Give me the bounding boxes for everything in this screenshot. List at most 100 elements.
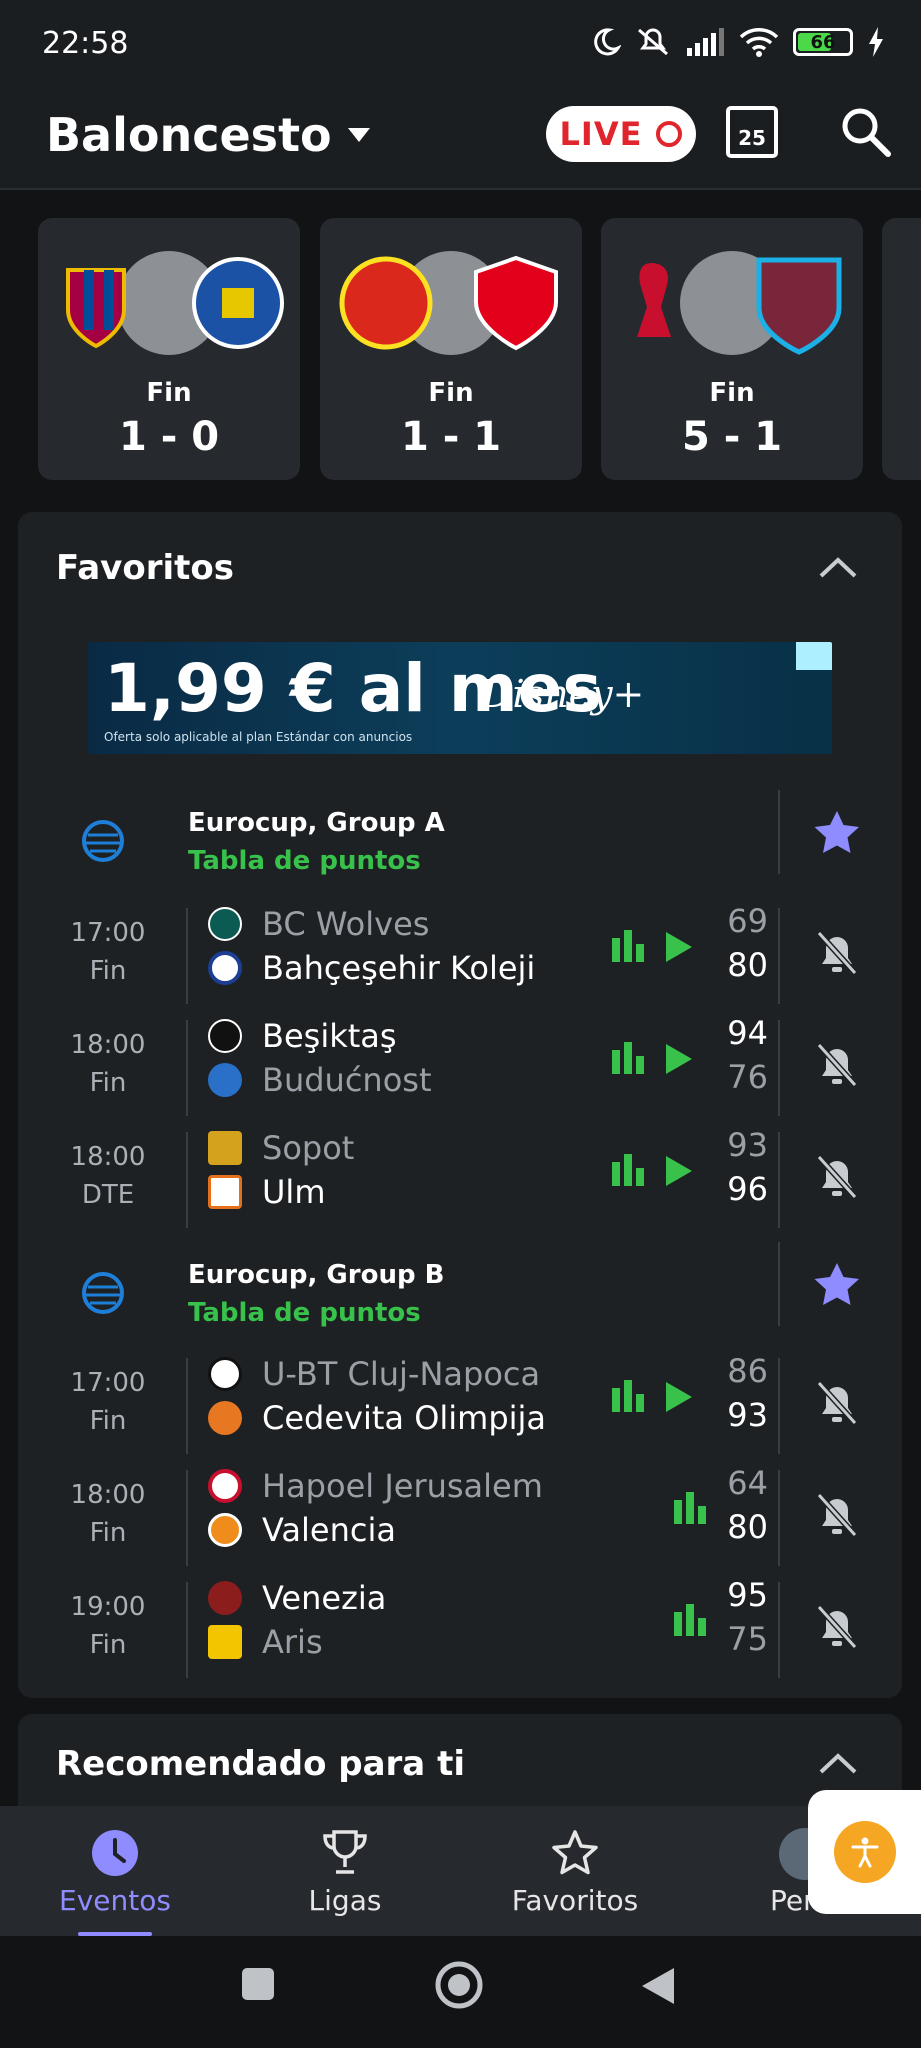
match-card[interactable]: Fin 5 - 1 xyxy=(601,218,863,480)
away-score: 93 xyxy=(727,1396,768,1434)
home-team: U-BT Cluj-Napoca xyxy=(208,1352,540,1396)
team-logo-icon xyxy=(208,1019,242,1053)
match-card-score: 1 - 1 xyxy=(400,414,502,460)
away-score: 80 xyxy=(727,946,768,984)
divider xyxy=(186,1582,188,1678)
divider xyxy=(778,1242,780,1326)
nav-leagues-label: Ligas xyxy=(308,1884,382,1917)
match-row[interactable]: 19:00 Fin Venezia Aris 95 75 xyxy=(18,1574,902,1686)
league-header[interactable]: Eurocup, Group A Tabla de puntos xyxy=(18,790,902,900)
mute-icon xyxy=(638,28,668,56)
home-icon[interactable] xyxy=(434,1960,484,2010)
clock-icon xyxy=(92,1830,138,1876)
stats-icon[interactable] xyxy=(610,1040,646,1076)
battery-level: 66 xyxy=(810,31,836,53)
status-bar: 22:58 66 xyxy=(0,0,921,90)
stats-icon[interactable] xyxy=(610,1378,646,1414)
accessibility-icon xyxy=(833,1821,896,1883)
away-team: Budućnost xyxy=(208,1058,432,1102)
nav-favorites[interactable]: Favoritos xyxy=(460,1806,690,1936)
team-logo-icon xyxy=(208,907,242,941)
stats-icon[interactable] xyxy=(610,1152,646,1188)
away-team: Valencia xyxy=(208,1508,396,1552)
chevron-up-icon[interactable] xyxy=(818,552,858,582)
play-icon[interactable] xyxy=(664,930,694,964)
match-row[interactable]: 18:00 Fin Beşiktaş Budućnost 94 76 xyxy=(18,1012,902,1124)
home-score: 86 xyxy=(727,1352,768,1390)
recommended-title: Recomendado para ti xyxy=(56,1744,465,1784)
divider xyxy=(186,1470,188,1566)
live-button[interactable]: LIVE xyxy=(546,106,696,162)
divider xyxy=(778,1470,780,1566)
match-cards-carousel[interactable]: Fin 1 - 0 Fin 1 - 1 Fin 5 - 1 xyxy=(0,190,921,510)
league-header[interactable]: Eurocup, Group B Tabla de puntos xyxy=(18,1242,902,1352)
nav-events-label: Eventos xyxy=(59,1884,171,1917)
nav-events[interactable]: Eventos xyxy=(0,1806,230,1936)
match-card[interactable] xyxy=(882,218,921,480)
stats-icon[interactable] xyxy=(610,928,646,964)
divider xyxy=(186,1358,188,1454)
divider xyxy=(778,1358,780,1454)
favorites-title: Favoritos xyxy=(56,548,234,588)
team-logo-icon xyxy=(208,951,242,985)
home-team: Venezia xyxy=(208,1576,386,1620)
ad-banner[interactable]: 1,99 € al mes Oferta solo aplicable al p… xyxy=(88,642,832,754)
match-card[interactable]: Fin 1 - 0 xyxy=(38,218,300,480)
search-icon[interactable] xyxy=(836,102,896,162)
match-time: 19:00 Fin xyxy=(70,1592,146,1660)
home-team: BC Wolves xyxy=(208,902,429,946)
bell-off-icon[interactable] xyxy=(814,1152,860,1202)
match-row[interactable]: 18:00 DTE Sopot Ulm 93 96 xyxy=(18,1124,902,1236)
divider xyxy=(186,1020,188,1116)
match-time: 18:00 DTE xyxy=(70,1142,146,1210)
standings-link[interactable]: Tabla de puntos xyxy=(188,1298,421,1328)
chevron-up-icon[interactable] xyxy=(818,1748,858,1778)
bell-off-icon[interactable] xyxy=(814,1490,860,1540)
play-icon[interactable] xyxy=(664,1154,694,1188)
play-icon[interactable] xyxy=(664,1042,694,1076)
match-card-status: Fin xyxy=(428,378,474,408)
ad-choices-icon[interactable] xyxy=(796,642,832,670)
sport-selector[interactable]: Baloncesto xyxy=(46,108,372,162)
stats-icon[interactable] xyxy=(672,1602,708,1638)
match-time: 17:00 Fin xyxy=(70,1368,146,1436)
bell-off-icon[interactable] xyxy=(814,928,860,978)
divider xyxy=(186,1132,188,1228)
star-outline-icon xyxy=(552,1830,598,1875)
team-logo-icon xyxy=(208,1063,242,1097)
recents-icon[interactable] xyxy=(240,1966,276,2002)
star-icon[interactable] xyxy=(812,808,862,858)
league-name: Eurocup, Group B xyxy=(188,1260,445,1290)
away-score: 76 xyxy=(727,1058,768,1096)
away-team: Aris xyxy=(208,1620,323,1664)
home-score: 95 xyxy=(727,1576,768,1614)
bell-off-icon[interactable] xyxy=(814,1040,860,1090)
live-label: LIVE xyxy=(559,115,643,153)
star-icon[interactable] xyxy=(812,1260,862,1310)
status-icons: 66 xyxy=(591,26,885,58)
match-row[interactable]: 18:00 Fin Hapoel Jerusalem Valencia 64 80 xyxy=(18,1462,902,1574)
charging-icon xyxy=(869,27,883,57)
divider xyxy=(778,908,780,1004)
eurocup-logo-icon xyxy=(82,1272,124,1314)
bell-off-icon[interactable] xyxy=(814,1602,860,1652)
stats-icon[interactable] xyxy=(672,1490,708,1526)
match-card[interactable]: Fin 1 - 1 xyxy=(320,218,582,480)
back-icon[interactable] xyxy=(640,1966,676,2006)
accessibility-button[interactable] xyxy=(808,1790,921,1914)
nav-leagues[interactable]: Ligas xyxy=(230,1806,460,1936)
divider xyxy=(778,1582,780,1678)
ad-note: Oferta solo aplicable al plan Estándar c… xyxy=(104,730,413,744)
away-team: Cedevita Olimpija xyxy=(208,1396,546,1440)
bell-off-icon[interactable] xyxy=(814,1378,860,1428)
match-row[interactable]: 17:00 Fin U-BT Cluj-Napoca Cedevita Olimp… xyxy=(18,1350,902,1462)
team-logo-icon xyxy=(208,1175,242,1209)
team-logo-icon xyxy=(208,1581,242,1615)
calendar-button[interactable]: 25 xyxy=(726,106,778,158)
match-row[interactable]: 17:00 Fin BC Wolves Bahçeşehir Koleji 69 … xyxy=(18,900,902,1012)
team-logo-icon xyxy=(208,1131,242,1165)
match-card-status: Fin xyxy=(146,378,192,408)
standings-link[interactable]: Tabla de puntos xyxy=(188,846,421,876)
home-team: Hapoel Jerusalem xyxy=(208,1464,543,1508)
play-icon[interactable] xyxy=(664,1380,694,1414)
